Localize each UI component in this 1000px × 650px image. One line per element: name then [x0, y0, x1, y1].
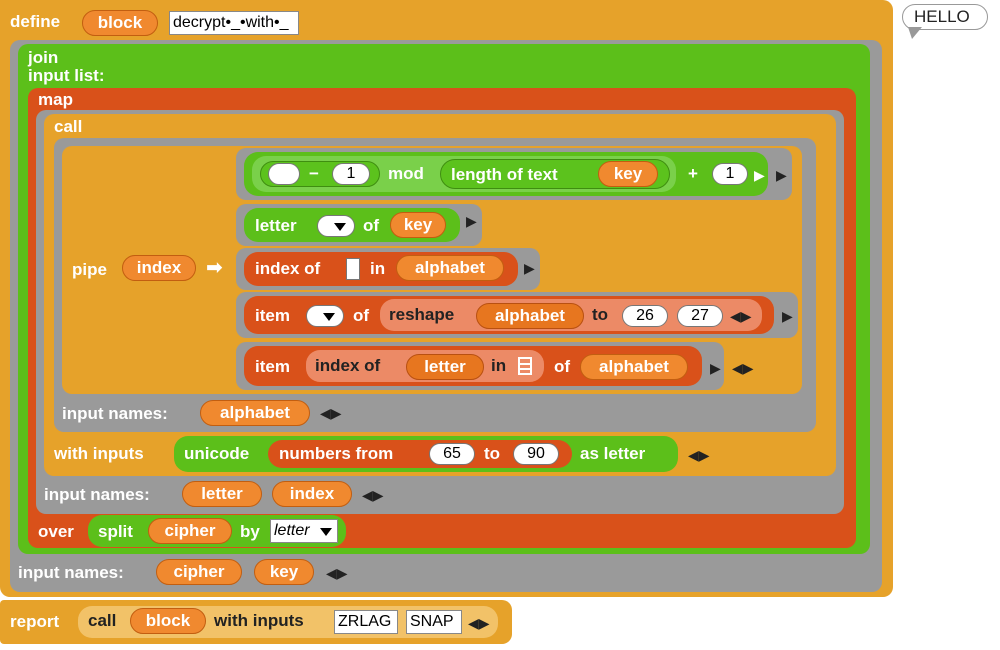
row2-arrow-icon[interactable]: ▶: [466, 212, 477, 230]
split-label: split: [98, 522, 133, 541]
minus-sign: −: [309, 164, 319, 183]
dropdown-icon: [320, 528, 332, 536]
row2-of-label: of: [363, 216, 380, 235]
mod-label: mod: [388, 164, 424, 183]
with-inputs-arrows-icon[interactable]: ◀▶: [688, 446, 710, 464]
define-block-name[interactable]: block: [82, 10, 158, 36]
join-label: join: [28, 48, 59, 67]
report-with-inputs-label: with inputs: [214, 611, 304, 630]
inner-input-names-label: input names:: [62, 404, 168, 423]
by-label: by: [240, 522, 260, 541]
call-label: call: [54, 117, 83, 136]
row2-letter-dropdown[interactable]: [317, 215, 355, 237]
map-input-names-arrows-icon[interactable]: ◀▶: [362, 486, 384, 504]
as-letter-label: as letter: [580, 444, 646, 463]
index-of-empty-slot[interactable]: [346, 258, 360, 280]
key-var-1[interactable]: key: [598, 161, 658, 187]
cipher-var[interactable]: cipher: [148, 518, 232, 544]
numbers-from-start[interactable]: 65: [429, 443, 475, 465]
report-arg-2[interactable]: SNAP: [406, 610, 462, 634]
row3-arrow-icon[interactable]: ▶: [524, 259, 535, 277]
map-input-names-label: input names:: [44, 485, 150, 504]
map-label: map: [38, 90, 73, 109]
input-list-label: input list:: [28, 66, 105, 85]
cipher-param[interactable]: cipher: [156, 559, 242, 585]
define-label: define: [10, 12, 61, 31]
unicode-label: unicode: [184, 444, 250, 463]
row5-in-label: in: [491, 356, 507, 375]
alphabet-param[interactable]: alphabet: [200, 400, 310, 426]
pipe-label: pipe: [72, 260, 107, 279]
pipe-arrow-icon: ➡: [206, 257, 223, 279]
row5-of-label: of: [554, 357, 571, 376]
dropdown-icon: [323, 313, 335, 321]
report-lr-arrows-icon[interactable]: ◀▶: [468, 614, 490, 632]
split-by-value: letter: [274, 522, 310, 539]
reshape-label: reshape: [389, 305, 455, 324]
report-call-label: call: [88, 611, 117, 630]
speech-bubble-text: HELLO: [914, 7, 970, 26]
index-of-label: index of: [255, 259, 321, 278]
numbers-to-label: to: [484, 444, 501, 463]
row5-arrow-icon[interactable]: ▶: [710, 359, 721, 377]
minus-right-slot[interactable]: 1: [332, 163, 370, 185]
report-arg-1[interactable]: ZRLAG: [334, 610, 398, 634]
outer-input-names-label: input names:: [18, 563, 124, 582]
row2-letter-label: letter: [255, 216, 297, 235]
alphabet-var-2[interactable]: alphabet: [476, 303, 584, 329]
row5-index-of-label: index of: [315, 356, 381, 375]
report-block-ring[interactable]: block: [130, 608, 206, 634]
dropdown-icon: [334, 223, 346, 231]
length-of-text-label: length of text: [451, 165, 558, 184]
with-inputs-label: with inputs: [54, 444, 144, 463]
inner-input-names-arrows-icon[interactable]: ◀▶: [320, 404, 342, 422]
pipe-index-var[interactable]: index: [122, 255, 196, 281]
to-label: to: [592, 305, 609, 324]
row4-arrow-icon[interactable]: ▶: [782, 307, 793, 325]
row4-item-dropdown[interactable]: [306, 305, 344, 327]
row5-item-label: item: [255, 357, 290, 376]
row1-arrow-inner-icon[interactable]: ▶: [754, 166, 765, 184]
reshape-dim-1[interactable]: 26: [622, 305, 668, 327]
letter-param[interactable]: letter: [182, 481, 262, 507]
row4-item-label: item: [255, 306, 290, 325]
row5-lr-arrows-icon[interactable]: ◀▶: [732, 359, 754, 377]
plus-sign: +: [688, 164, 698, 183]
letter-var-1[interactable]: letter: [406, 354, 484, 380]
row3-in-label: in: [370, 259, 386, 278]
block-spec-field[interactable]: decrypt•_•with•_: [169, 11, 299, 35]
reshape-dim-2[interactable]: 27: [677, 305, 723, 327]
numbers-from-end[interactable]: 90: [513, 443, 559, 465]
key-param[interactable]: key: [254, 559, 314, 585]
list-icon[interactable]: [518, 357, 532, 375]
minus-left-slot[interactable]: [268, 163, 300, 185]
alphabet-var-1[interactable]: alphabet: [396, 255, 504, 281]
index-param[interactable]: index: [272, 481, 352, 507]
row1-arrow-outer-icon[interactable]: ▶: [776, 166, 787, 184]
reshape-lr-arrows-icon[interactable]: ◀▶: [730, 307, 752, 325]
outer-input-names-arrows-icon[interactable]: ◀▶: [326, 564, 348, 582]
row4-of-label: of: [353, 306, 370, 325]
numbers-from-label: numbers from: [279, 444, 394, 463]
speech-bubble-tail: [908, 27, 922, 39]
alphabet-var-3[interactable]: alphabet: [580, 354, 688, 380]
plus-right-slot[interactable]: 1: [712, 163, 748, 185]
split-by-dropdown[interactable]: letter: [270, 519, 338, 543]
over-label: over: [38, 522, 74, 541]
key-var-2[interactable]: key: [390, 212, 446, 238]
report-label: report: [10, 612, 60, 631]
